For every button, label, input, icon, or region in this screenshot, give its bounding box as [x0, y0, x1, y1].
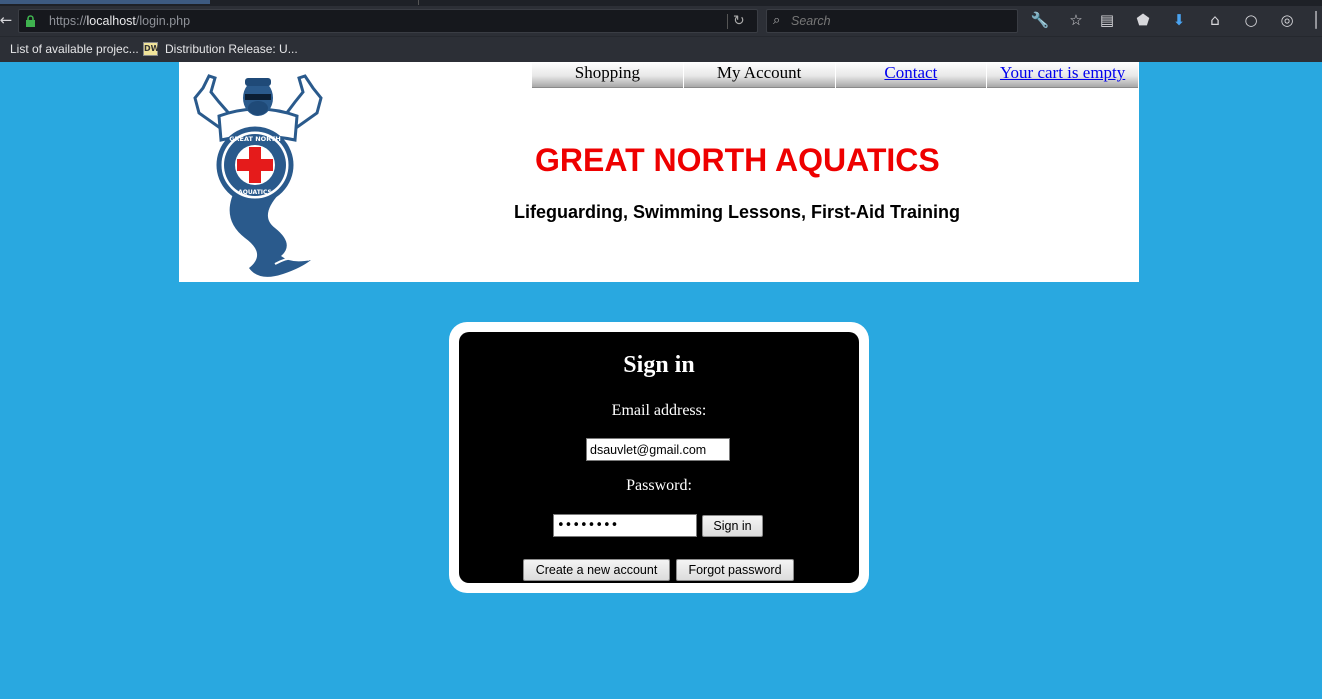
tab-separator — [418, 0, 419, 5]
site-tagline: Lifeguarding, Swimming Lessons, First-Ai… — [513, 202, 961, 222]
top-nav: Shopping My Account Contact Your cart is… — [532, 62, 1139, 88]
site-title: GREAT NORTH AQUATICS — [535, 142, 940, 178]
site-header: GREAT NORTH AQUATICS Shopping My Account… — [179, 62, 1139, 282]
menu-icon[interactable]: │ — [1304, 6, 1322, 34]
search-placeholder: Search — [791, 14, 831, 28]
pocket-icon[interactable]: ⬟ — [1131, 6, 1155, 34]
reader-icon[interactable]: ▤ — [1095, 6, 1119, 34]
download-icon[interactable]: ⬇ — [1167, 6, 1191, 34]
password-field[interactable] — [553, 514, 697, 537]
merman-logo[interactable]: GREAT NORTH AQUATICS — [185, 68, 331, 282]
url-divider — [727, 14, 728, 29]
home-icon[interactable]: ⌂ — [1203, 6, 1227, 34]
password-label: Password: — [626, 477, 692, 494]
email-label: Email address: — [611, 402, 707, 419]
nav-cart-link[interactable]: Your cart is empty — [987, 62, 1138, 88]
bookmarks-bar: List of available projec... DW Distribut… — [0, 36, 1322, 62]
sign-in-button[interactable]: Sign in — [702, 515, 763, 537]
bookmark-item[interactable]: List of available projec... — [10, 37, 139, 61]
create-account-button[interactable]: Create a new account — [523, 559, 670, 581]
logo-text-top: GREAT NORTH — [229, 135, 281, 143]
logo-text-bottom: AQUATICS — [238, 189, 272, 196]
reload-icon[interactable]: ↻ — [733, 10, 745, 32]
bookmark-item[interactable]: Distribution Release: U... — [165, 37, 298, 61]
nav-shopping[interactable]: Shopping — [532, 62, 683, 88]
forgot-password-button[interactable]: Forgot password — [676, 559, 794, 581]
back-icon[interactable]: ← — [0, 6, 18, 34]
browser-chrome: ← https://localhost/login.php ↻ ⌕ Search… — [0, 0, 1322, 62]
search-icon: ⌕ — [773, 13, 781, 28]
url-text[interactable]: https://localhost/login.php — [49, 10, 190, 32]
bookmark-favicon-icon: DW — [143, 42, 159, 56]
globe-icon[interactable]: ◎ — [1275, 6, 1299, 34]
address-bar[interactable]: https://localhost/login.php ↻ — [18, 9, 758, 33]
signin-panel: Sign in Email address: Password: Sign in… — [459, 332, 859, 583]
nav-contact-link[interactable]: Contact — [835, 62, 987, 88]
signin-frame: Sign in Email address: Password: Sign in… — [449, 322, 869, 593]
chat-icon[interactable]: ○ — [1239, 6, 1263, 34]
active-tab[interactable] — [0, 0, 210, 4]
nav-toolbar: ← https://localhost/login.php ↻ ⌕ Search… — [0, 6, 1322, 36]
star-icon[interactable]: ☆ — [1064, 6, 1088, 34]
search-bar[interactable]: ⌕ Search — [766, 9, 1018, 33]
lock-icon — [26, 15, 35, 27]
email-field[interactable] — [586, 438, 730, 461]
wrench-icon[interactable]: 🔧 — [1028, 6, 1052, 34]
signin-heading: Sign in — [623, 352, 695, 378]
nav-my-account[interactable]: My Account — [683, 62, 835, 88]
